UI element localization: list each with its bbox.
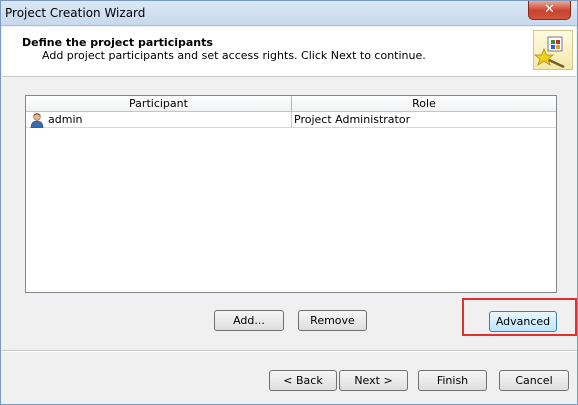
page-title: Define the project participants bbox=[22, 36, 213, 49]
title-bar[interactable]: Project Creation Wizard ✕ bbox=[1, 1, 577, 26]
remove-button[interactable]: Remove bbox=[298, 310, 367, 331]
window-title: Project Creation Wizard bbox=[5, 6, 146, 20]
page-subtitle: Add project participants and set access … bbox=[42, 49, 426, 62]
user-icon bbox=[29, 112, 45, 129]
table-row[interactable]: admin Project Administrator bbox=[26, 112, 556, 129]
table-header: Participant Role bbox=[26, 96, 556, 112]
participant-cell: admin bbox=[26, 112, 292, 129]
participants-table[interactable]: Participant Role admin Project Administr… bbox=[25, 95, 557, 293]
cancel-button[interactable]: Cancel bbox=[499, 370, 569, 391]
advanced-button[interactable]: Advanced bbox=[489, 311, 557, 332]
wizard-wand-icon bbox=[533, 30, 573, 70]
next-button[interactable]: Next > bbox=[339, 370, 408, 391]
wizard-window: Project Creation Wizard ✕ Define the pro… bbox=[0, 0, 578, 405]
finish-button[interactable]: Finish bbox=[418, 370, 487, 391]
wizard-header: Define the project participants Add proj… bbox=[2, 27, 576, 77]
column-header-participant[interactable]: Participant bbox=[26, 96, 292, 112]
footer-divider bbox=[1, 350, 577, 351]
back-button[interactable]: < Back bbox=[269, 370, 337, 391]
close-icon: ✕ bbox=[544, 2, 555, 17]
column-header-role[interactable]: Role bbox=[292, 96, 556, 112]
participant-name: admin bbox=[48, 113, 83, 126]
close-button[interactable]: ✕ bbox=[528, 1, 571, 20]
add-button[interactable]: Add... bbox=[214, 310, 284, 331]
role-cell: Project Administrator bbox=[294, 113, 411, 126]
